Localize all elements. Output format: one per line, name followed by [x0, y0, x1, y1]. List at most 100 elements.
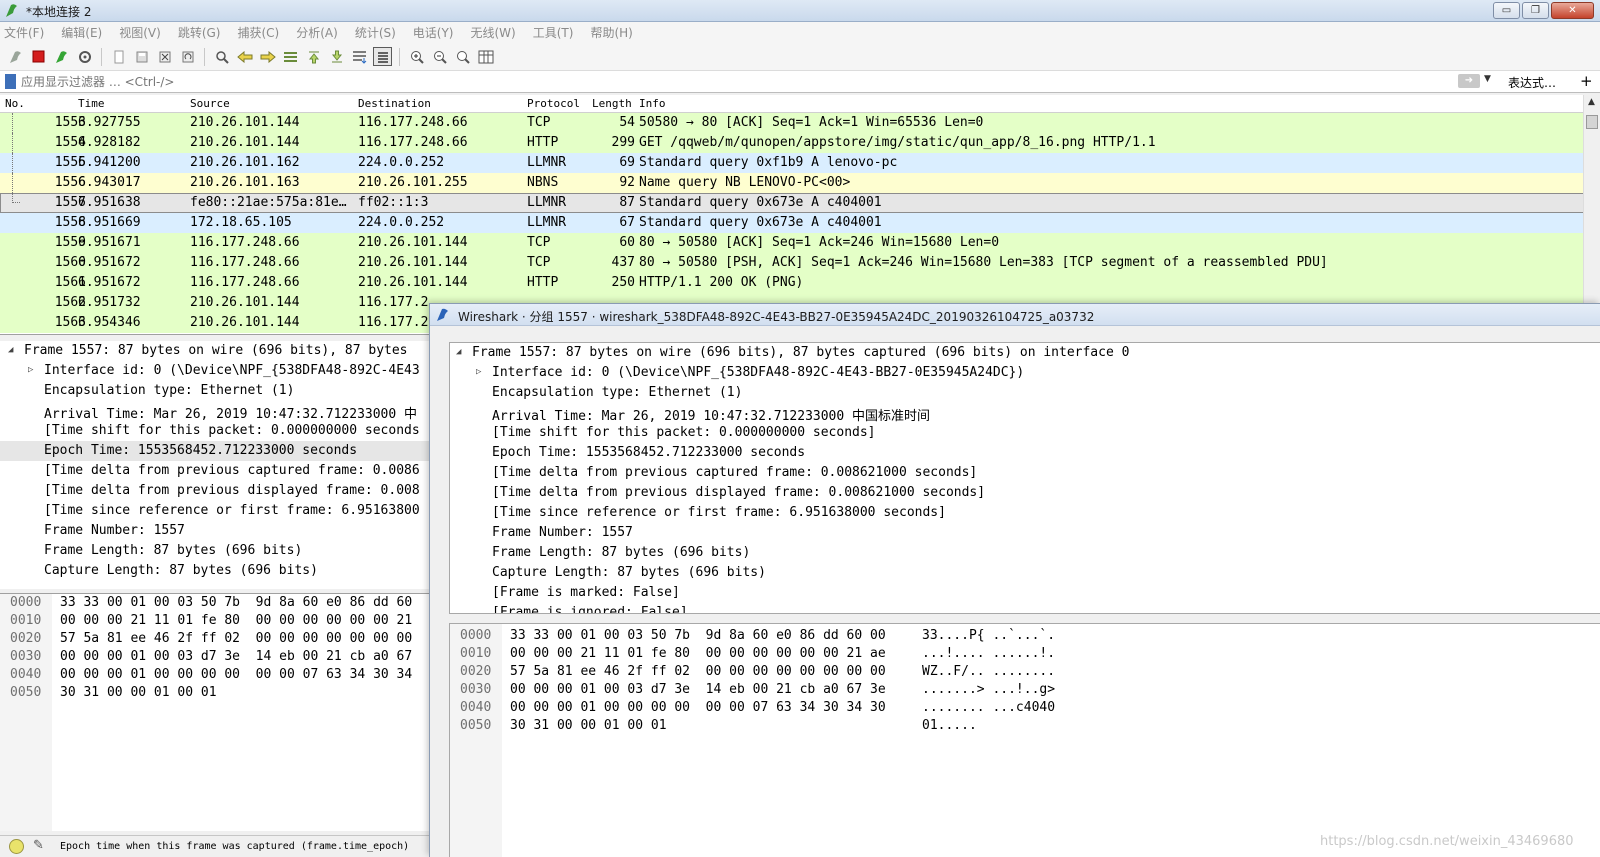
packet-row[interactable]: 1555 6.941200 210.26.101.162 224.0.0.252 LLM… — [0, 153, 1600, 173]
detail-tree-item[interactable]: [Time shift for this packet: 0.000000000… — [450, 423, 1600, 443]
packet-row[interactable]: 1556 6.943017 210.26.101.163 210.26.101.255… — [0, 173, 1600, 193]
detail-tree-item[interactable]: [Time delta from previous captured frame… — [0, 461, 429, 481]
packet-row[interactable]: 1554 6.928182 210.26.101.144 116.177.248.66… — [0, 133, 1600, 153]
column-no[interactable]: No. — [5, 97, 25, 110]
hex-ascii[interactable]: 33....P{ ..`...`. — [922, 628, 1055, 643]
packet-row[interactable]: 1561 6.951672 116.177.248.66 210.26.101.144… — [0, 273, 1600, 293]
hex-row[interactable]: 0020 57 5a 81 ee 46 2f ff 02 00 00 00 00 … — [450, 663, 1600, 681]
column-destination[interactable]: Destination — [358, 97, 431, 110]
open-file-icon[interactable] — [109, 47, 128, 66]
hex-bytes[interactable]: 00 00 00 21 11 01 fe 80 00 00 00 00 00 0… — [60, 613, 412, 628]
start-capture-fin-icon[interactable] — [6, 47, 25, 66]
menu-capture[interactable]: 捕获(C) — [237, 24, 279, 41]
collapse-triangle-icon[interactable]: ◢ — [8, 345, 13, 355]
column-length[interactable]: Length — [592, 97, 632, 110]
detail-tree-item[interactable]: Capture Length: 87 bytes (696 bits) — [450, 563, 1600, 583]
hex-bytes[interactable]: 33 33 00 01 00 03 50 7b 9d 8a 60 e0 86 d… — [510, 628, 886, 643]
detail-tree-item[interactable]: [Frame is marked: False] — [450, 583, 1600, 603]
detail-tree-item[interactable]: [Time since reference or first frame: 6.… — [450, 503, 1600, 523]
apply-filter-arrow-icon[interactable]: ➜ — [1458, 74, 1480, 88]
expand-triangle-icon[interactable]: ▷ — [28, 365, 33, 375]
detail-tree-item[interactable]: [Time since reference or first frame: 6.… — [0, 501, 429, 521]
expert-info-indicator-icon[interactable] — [9, 839, 24, 854]
hex-bytes[interactable]: 00 00 00 21 11 01 fe 80 00 00 00 00 00 0… — [510, 646, 886, 661]
hex-row[interactable]: 0040 00 00 00 01 00 00 00 00 00 00 07 63 … — [450, 699, 1600, 717]
detail-tree-item[interactable]: Frame Length: 87 bytes (696 bits) — [450, 543, 1600, 563]
detail-tree-item[interactable]: Frame Number: 1557 — [450, 523, 1600, 543]
packet-row[interactable]: 1553 6.927755 210.26.101.144 116.177.248.66… — [0, 113, 1600, 133]
restart-icon[interactable] — [52, 47, 71, 66]
menu-statistics[interactable]: 统计(S) — [355, 24, 396, 41]
menu-analyze[interactable]: 分析(A) — [296, 24, 338, 41]
hex-bytes[interactable]: 57 5a 81 ee 46 2f ff 02 00 00 00 00 00 0… — [510, 664, 886, 679]
detail-tree-item[interactable]: ▷ Interface id: 0 (\Device\NPF_{538DFA48-… — [0, 361, 429, 381]
menu-telephony[interactable]: 电话(Y) — [413, 24, 454, 41]
hex-bytes[interactable]: 00 00 00 01 00 03 d7 3e 14 eb 00 21 cb a… — [510, 682, 886, 697]
menu-tools[interactable]: 工具(T) — [533, 24, 574, 41]
hex-ascii[interactable]: ...!.... ......!. — [922, 646, 1055, 661]
detail-tree-item[interactable]: [Time delta from previous displayed fram… — [0, 481, 429, 501]
menu-view[interactable]: 视图(V) — [119, 24, 161, 41]
column-info[interactable]: Info — [639, 97, 666, 110]
hex-bytes[interactable]: 00 00 00 01 00 00 00 00 00 00 07 63 34 3… — [60, 667, 412, 682]
hex-ascii[interactable]: .......> ...!..g> — [922, 682, 1055, 697]
autoscroll-icon[interactable] — [350, 47, 369, 66]
hex-bytes[interactable]: 33 33 00 01 00 03 50 7b 9d 8a 60 e0 86 d… — [60, 595, 412, 610]
hex-bytes[interactable]: 00 00 00 01 00 00 00 00 00 00 07 63 34 3… — [510, 700, 886, 715]
menu-go[interactable]: 跳转(G) — [178, 24, 221, 41]
reload-icon[interactable] — [178, 47, 197, 66]
hex-bytes[interactable]: 30 31 00 00 01 00 01 — [60, 685, 217, 700]
detail-tree-item[interactable]: Capture Length: 87 bytes (696 bits) — [0, 561, 429, 581]
resize-columns-icon[interactable] — [476, 47, 495, 66]
scroll-up-icon[interactable]: ▲ — [1588, 97, 1595, 107]
detail-tree-item[interactable]: ◢ Frame 1557: 87 bytes on wire (696 bits)… — [0, 341, 429, 361]
hex-row[interactable]: 0030 00 00 00 01 00 03 d7 3e 14 eb 00 21 … — [450, 681, 1600, 699]
hex-ascii[interactable]: 01..... — [922, 718, 977, 733]
hex-row[interactable]: 0030 00 00 00 01 00 03 d7 3e 14 eb 00 21 … — [0, 648, 429, 666]
detail-tree-item[interactable]: Epoch Time: 1553568452.712233000 seconds — [0, 441, 429, 461]
capture-options-icon[interactable] — [75, 47, 94, 66]
close-button[interactable]: ✕ — [1551, 2, 1594, 19]
column-protocol[interactable]: Protocol — [527, 97, 580, 110]
detail-tree-item[interactable]: Frame Number: 1557 — [0, 521, 429, 541]
hex-bytes[interactable]: 30 31 00 00 01 00 01 — [510, 718, 667, 733]
packet-row[interactable]: 1558 6.951669 172.18.65.105 224.0.0.252 LLMN… — [0, 213, 1600, 233]
hex-row[interactable]: 0020 57 5a 81 ee 46 2f ff 02 00 00 00 00 … — [0, 630, 429, 648]
zoom-in-icon[interactable] — [407, 47, 426, 66]
packet-list-scrollbar[interactable]: ▲ — [1583, 95, 1600, 334]
close-file-icon[interactable] — [155, 47, 174, 66]
zoom-reset-icon[interactable] — [453, 47, 472, 66]
stop-icon[interactable] — [29, 47, 48, 66]
hex-row[interactable]: 0040 00 00 00 01 00 00 00 00 00 00 07 63 … — [0, 666, 429, 684]
hex-row[interactable]: 0000 33 33 00 01 00 03 50 7b 9d 8a 60 e0 … — [0, 594, 429, 612]
edit-comment-icon[interactable]: ✎ — [33, 838, 44, 853]
hex-row[interactable]: 0050 30 31 00 00 01 00 01 — [0, 684, 429, 702]
menu-edit[interactable]: 编辑(E) — [61, 24, 102, 41]
column-time[interactable]: Time — [78, 97, 105, 110]
detail-tree-item[interactable]: Epoch Time: 1553568452.712233000 seconds — [450, 443, 1600, 463]
colorize-icon[interactable] — [373, 47, 392, 66]
display-filter-input[interactable] — [21, 73, 1451, 91]
menu-wireless[interactable]: 无线(W) — [471, 24, 516, 41]
hex-bytes[interactable]: 00 00 00 01 00 03 d7 3e 14 eb 00 21 cb a… — [60, 649, 412, 664]
column-source[interactable]: Source — [190, 97, 230, 110]
menu-help[interactable]: 帮助(H) — [590, 24, 632, 41]
detail-tree-item[interactable]: [Time delta from previous displayed fram… — [450, 483, 1600, 503]
go-back-icon[interactable] — [235, 47, 254, 66]
packet-row[interactable]: 1559 6.951671 116.177.248.66 210.26.101.144… — [0, 233, 1600, 253]
packet-row[interactable]: 1560 6.951672 116.177.248.66 210.26.101.144… — [0, 253, 1600, 273]
bookmark-icon[interactable] — [5, 74, 16, 89]
filter-history-dropdown-icon[interactable]: ▼ — [1484, 74, 1491, 84]
collapse-triangle-icon[interactable]: ◢ — [456, 347, 461, 357]
hex-ascii[interactable]: WZ..F/.. ........ — [922, 664, 1055, 679]
detail-tree-item[interactable]: Arrival Time: Mar 26, 2019 10:47:32.7122… — [0, 401, 429, 422]
menu-file[interactable]: 文件(F) — [4, 24, 44, 41]
go-forward-icon[interactable] — [258, 47, 277, 66]
maximize-button[interactable]: ❐ — [1522, 2, 1549, 19]
go-to-packet-icon[interactable] — [281, 47, 300, 66]
minimize-button[interactable]: ▭ — [1493, 2, 1520, 19]
detail-tree-item[interactable]: [Time shift for this packet: 0.000000000… — [0, 421, 429, 441]
zoom-out-icon[interactable] — [430, 47, 449, 66]
expression-button[interactable]: 表达式… — [1508, 74, 1556, 91]
detail-tree-item[interactable]: [Time delta from previous captured frame… — [450, 463, 1600, 483]
